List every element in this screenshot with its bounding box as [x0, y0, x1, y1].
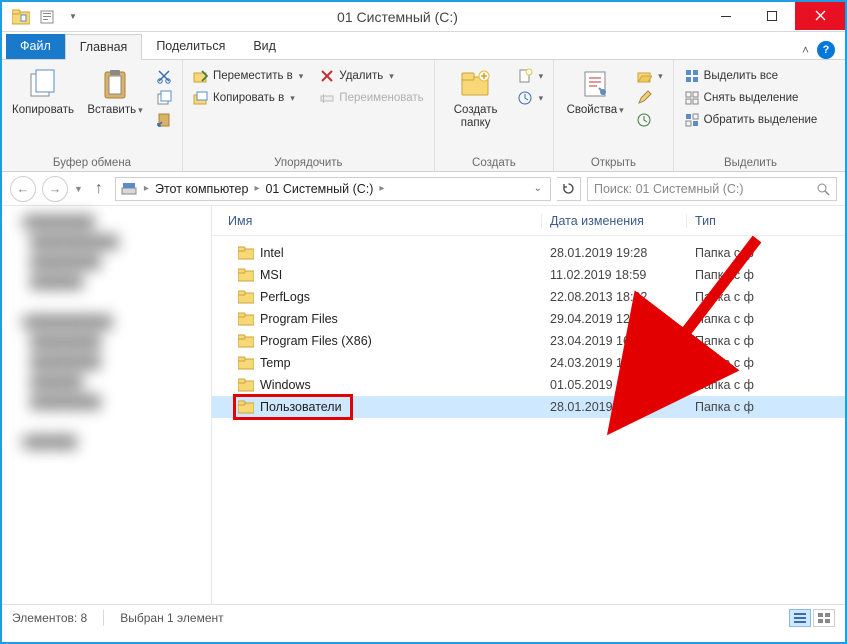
breadcrumb-current[interactable]: 01 Системный (C:) [265, 182, 373, 196]
new-item-button[interactable]: ▾ [513, 66, 548, 86]
ribbon-group-select: Выделить все Снять выделение Обратить вы… [674, 60, 828, 171]
tab-home[interactable]: Главная [65, 34, 143, 60]
sidebar: ▪ ████████ ██████████ ████████ ██████ ▪ … [2, 206, 212, 604]
qat-dropdown-icon[interactable]: ▼ [62, 6, 84, 28]
breadcrumb[interactable]: ▸ Этот компьютер ▸ 01 Системный (C:) ▸ ⌄ [115, 177, 551, 201]
navbar: ← → ▼ ↑ ▸ Этот компьютер ▸ 01 Системный … [2, 172, 845, 206]
table-row[interactable]: Windows01.05.2019 14:05Папка с ф [212, 374, 845, 396]
maximize-button[interactable] [749, 2, 795, 30]
ribbon-group-new: Создать папку ▾ ▾ Создать [435, 60, 555, 171]
new-folder-button[interactable]: Создать папку [441, 64, 511, 134]
column-headers: Имя Дата изменения Тип [212, 206, 845, 236]
search-placeholder: Поиск: 01 Системный (C:) [594, 182, 744, 196]
properties-icon[interactable] [36, 6, 58, 28]
select-none-button[interactable]: Снять выделение [680, 88, 822, 108]
table-row[interactable]: Intel28.01.2019 19:28Папка с ф [212, 242, 845, 264]
delete-button[interactable]: Удалить▾ [315, 66, 427, 86]
help-icon[interactable]: ? [817, 41, 835, 59]
history-button[interactable] [632, 110, 667, 130]
explorer-window: ▼ 01 Системный (C:) Файл Главная Поделит… [0, 0, 847, 644]
open-button[interactable]: ▾ [632, 66, 667, 86]
recent-dropdown-icon[interactable]: ▼ [74, 184, 83, 194]
tab-file[interactable]: Файл [6, 34, 65, 59]
statusbar: Элементов: 8 Выбран 1 элемент [2, 604, 845, 630]
tab-share[interactable]: Поделиться [142, 34, 239, 59]
column-name[interactable]: Имя [212, 214, 542, 228]
ribbon-group-organize: Переместить в▾ Копировать в▾ Удалить▾ Пе… [183, 60, 435, 171]
app-icon[interactable] [10, 6, 32, 28]
select-all-button[interactable]: Выделить все [680, 66, 822, 86]
ribbon-group-open: Свойства▾ ▾ Открыть [554, 60, 674, 171]
close-button[interactable] [795, 2, 845, 30]
copy-path-button[interactable] [152, 88, 176, 108]
cut-button[interactable] [152, 66, 176, 86]
invert-selection-button[interactable]: Обратить выделение [680, 110, 822, 130]
move-to-button[interactable]: Переместить в▾ [189, 66, 307, 86]
table-row[interactable]: Temp24.03.2019 15:34Папка с ф [212, 352, 845, 374]
window-title: 01 Системный (C:) [92, 9, 703, 25]
status-count: Элементов: 8 [12, 611, 87, 625]
ribbon-group-clipboard: Копировать Вставить▾ Буфер обмена [2, 60, 183, 171]
body: ▪ ████████ ██████████ ████████ ██████ ▪ … [2, 206, 845, 604]
search-icon [816, 182, 830, 196]
window-controls [703, 2, 845, 32]
ribbon: Копировать Вставить▾ Буфер обмена Переме… [2, 60, 845, 172]
properties-button[interactable]: Свойства▾ [560, 64, 630, 121]
paste-button[interactable]: Вставить▾ [80, 64, 150, 121]
view-details-button[interactable] [789, 609, 811, 627]
file-list[interactable]: Intel28.01.2019 19:28Папка с фMSI11.02.2… [212, 236, 845, 604]
copy-to-button[interactable]: Копировать в▾ [189, 88, 307, 108]
drive-icon [120, 180, 138, 198]
breadcrumb-root[interactable]: Этот компьютер [155, 182, 248, 196]
table-row[interactable]: Program Files (X86)23.04.2019 16:04Папка… [212, 330, 845, 352]
ribbon-tabs: Файл Главная Поделиться Вид ˄ ? [2, 32, 845, 60]
forward-button[interactable]: → [42, 176, 68, 202]
tab-view[interactable]: Вид [239, 34, 290, 59]
back-button[interactable]: ← [10, 176, 36, 202]
minimize-button[interactable] [703, 2, 749, 30]
view-large-button[interactable] [813, 609, 835, 627]
content: Имя Дата изменения Тип Intel28.01.2019 1… [212, 206, 845, 604]
status-selected: Выбран 1 элемент [120, 611, 223, 625]
collapse-ribbon-icon[interactable]: ˄ [802, 43, 809, 57]
quick-access-toolbar: ▼ [2, 6, 92, 28]
rename-button: Переименовать [315, 88, 427, 108]
edit-button[interactable] [632, 88, 667, 108]
table-row[interactable]: Program Files29.04.2019 12:57Папка с ф [212, 308, 845, 330]
titlebar: ▼ 01 Системный (C:) [2, 2, 845, 32]
table-row[interactable]: Пользователи28.01.2019 18:27Папка с ф [212, 396, 845, 418]
table-row[interactable]: MSI11.02.2019 18:59Папка с ф [212, 264, 845, 286]
paste-shortcut-button[interactable] [152, 110, 176, 130]
copy-button[interactable]: Копировать [8, 64, 78, 121]
easy-access-button[interactable]: ▾ [513, 88, 548, 108]
search-input[interactable]: Поиск: 01 Системный (C:) [587, 177, 837, 201]
up-button[interactable]: ↑ [89, 179, 109, 199]
breadcrumb-dropdown-icon[interactable]: ⌄ [530, 183, 546, 194]
column-type[interactable]: Тип [687, 214, 845, 228]
refresh-button[interactable] [557, 177, 581, 201]
table-row[interactable]: PerfLogs22.08.2013 18:22Папка с ф [212, 286, 845, 308]
column-date[interactable]: Дата изменения [542, 214, 687, 228]
